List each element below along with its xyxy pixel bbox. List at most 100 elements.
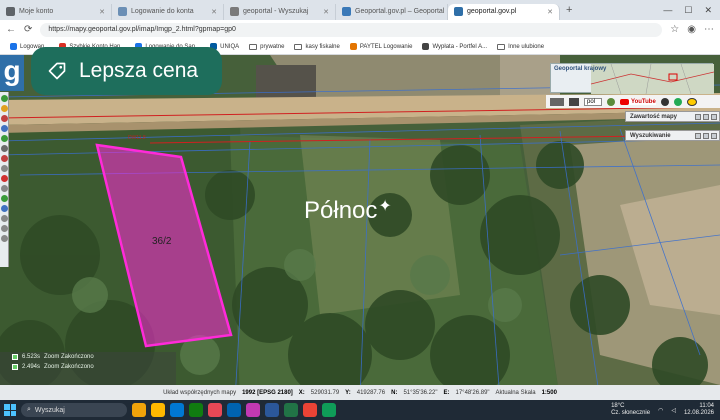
draw-icon[interactable]	[0, 195, 8, 202]
bookmark-item[interactable]: kasy fiskalne	[294, 43, 340, 50]
minimize-icon[interactable]: —	[663, 5, 672, 16]
x-value: 529031.79	[310, 389, 340, 396]
taskbar-app-icon[interactable]	[284, 403, 298, 417]
panel-close-icon[interactable]	[711, 132, 717, 139]
clock[interactable]: 11:04 12.08.2026	[684, 403, 714, 417]
north-watermark: Północ ✦	[304, 197, 392, 225]
bookmark-item[interactable]: Wypłata - Portfel A...	[422, 43, 487, 50]
globe-icon[interactable]	[607, 97, 616, 106]
eye-icon[interactable]	[686, 97, 697, 106]
browser-tab[interactable]: Moje konto ✕	[0, 3, 112, 20]
url-field[interactable]: https://mapy.geoportal.gov.pl/imap/Imgp_…	[40, 22, 663, 37]
taskbar-app-icon[interactable]	[265, 403, 279, 417]
weather-widget[interactable]: 18°C Cz. słonecznie	[611, 403, 650, 417]
tab-favicon-icon	[454, 7, 463, 16]
tool-icon-2[interactable]	[569, 97, 579, 106]
tab-close-icon[interactable]: ✕	[547, 8, 553, 16]
ruler-icon[interactable]	[0, 165, 8, 172]
star-icon[interactable]: ☆	[670, 24, 679, 35]
panel-maximize-icon[interactable]	[703, 132, 709, 139]
map-toolbar: pol YouTube	[546, 95, 720, 108]
price-tag-icon	[48, 62, 66, 80]
bookmark-item[interactable]: Inne ulubione	[497, 43, 545, 50]
browser-tab[interactable]: Geoportal.gov.pl – Geoportal Inf...✕	[336, 3, 448, 20]
close-window-icon[interactable]: ✕	[704, 5, 712, 16]
panel-minimize-icon[interactable]	[695, 132, 701, 139]
taskbar-search[interactable]: ⌕ Wyszukaj	[21, 403, 127, 417]
select-icon[interactable]	[0, 185, 8, 192]
zoom-in-icon[interactable]	[0, 95, 8, 102]
coord-system-value: 1992 [EPSG 2180]	[242, 389, 293, 396]
language-select[interactable]: pol	[584, 97, 603, 106]
home-icon[interactable]	[0, 205, 8, 212]
settings-icon[interactable]	[0, 225, 8, 232]
taskbar-app-icon[interactable]	[189, 403, 203, 417]
panel-title: Wyszukiwanie	[630, 132, 671, 139]
taskbar-app-icon[interactable]	[170, 403, 184, 417]
menu-icon[interactable]: ⋯	[704, 24, 714, 35]
bookmark-label: kasy fiskalne	[305, 43, 340, 50]
browser-tab[interactable]: geoportal - Wyszukaj ✕	[224, 3, 336, 20]
zoom-out-icon[interactable]	[0, 135, 8, 142]
help-icon[interactable]	[660, 97, 669, 106]
panel-minimize-icon[interactable]	[695, 113, 701, 120]
back-icon[interactable]: ←	[6, 24, 16, 35]
taskbar-app-icon[interactable]	[227, 403, 241, 417]
tab-close-icon[interactable]: ✕	[323, 8, 329, 16]
taskbar-search-label: Wyszukaj	[34, 406, 65, 414]
loading-log: 6.523s Zoom Zakończono 2.494s Zoom Zakończo…	[0, 352, 176, 385]
overview-minimap[interactable]: Geoportal krajowy	[550, 63, 715, 95]
panel-close-icon[interactable]	[711, 113, 717, 120]
url-text: https://mapy.geoportal.gov.pl/imap/Imgp_…	[48, 26, 236, 33]
browser-tab[interactable]: geoportal.gov.pl ✕	[448, 3, 560, 20]
youtube-link[interactable]: YouTube	[620, 98, 656, 105]
log-label: Zoom Zakończono	[44, 354, 94, 360]
map-panel-header[interactable]: Zawartość mapy	[625, 111, 720, 122]
tab-close-icon[interactable]: ✕	[211, 8, 217, 16]
taskbar-app-icon[interactable]	[246, 403, 260, 417]
taskbar-app-icon[interactable]	[151, 403, 165, 417]
new-tab-button[interactable]: +	[560, 4, 578, 16]
taskbar-app-icon[interactable]	[132, 403, 146, 417]
tab-close-icon[interactable]: ✕	[99, 8, 105, 16]
tab-label: Logowanie do konta	[131, 8, 194, 15]
tab-label: geoportal.gov.pl	[467, 8, 517, 15]
tab-label: Geoportal.gov.pl – Geoportal Inf...	[355, 8, 447, 15]
measure-icon[interactable]	[0, 115, 8, 122]
accessibility-icon[interactable]	[673, 97, 682, 106]
bookmark-label: Inne ulubione	[508, 43, 545, 50]
refresh-icon[interactable]: ⟳	[24, 24, 32, 35]
pan-icon[interactable]	[0, 125, 8, 132]
browser-tab[interactable]: Logowanie do konta ✕	[112, 3, 224, 20]
minimap-title: Geoportal krajowy	[554, 66, 607, 72]
taskbar-app-icon[interactable]	[303, 403, 317, 417]
print-icon[interactable]	[0, 145, 8, 152]
coord-system-label: Układ współrzędnych mapy	[163, 389, 237, 396]
volume-icon[interactable]: ◁	[671, 407, 676, 414]
maximize-icon[interactable]: ☐	[684, 5, 692, 16]
map-toolstrip	[0, 92, 9, 267]
taskbar-app-icon[interactable]	[208, 403, 222, 417]
wifi-icon[interactable]: ◠	[658, 407, 663, 414]
bookmark-item[interactable]: prywatne	[249, 43, 284, 50]
price-badge-label: Lepsza cena	[79, 59, 199, 82]
taskbar-app-icon[interactable]	[322, 403, 336, 417]
info-icon[interactable]	[0, 105, 8, 112]
legend-icon[interactable]	[0, 235, 8, 242]
bookmark-favicon-icon	[10, 43, 17, 50]
start-icon[interactable]	[4, 404, 16, 416]
panel-maximize-icon[interactable]	[703, 113, 709, 120]
grid-icon[interactable]	[0, 215, 8, 222]
tab-favicon-icon	[118, 7, 127, 16]
marker-icon[interactable]	[0, 175, 8, 182]
tab-label: Moje konto	[19, 8, 54, 15]
price-badge[interactable]: Lepsza cena	[31, 47, 223, 95]
layer-icon[interactable]	[0, 155, 8, 162]
tab-favicon-icon	[342, 7, 351, 16]
bookmark-item[interactable]: PAYTEL Logowanie	[349, 43, 412, 50]
browser-tab-bar: Moje konto ✕ Logowanie do konta ✕ geoportal …	[0, 0, 720, 20]
tool-icon-1[interactable]	[550, 97, 564, 106]
profile-icon[interactable]: ◉	[687, 24, 696, 35]
map-panel-header[interactable]: Wyszukiwanie	[625, 130, 720, 141]
x-label: X:	[298, 389, 305, 396]
